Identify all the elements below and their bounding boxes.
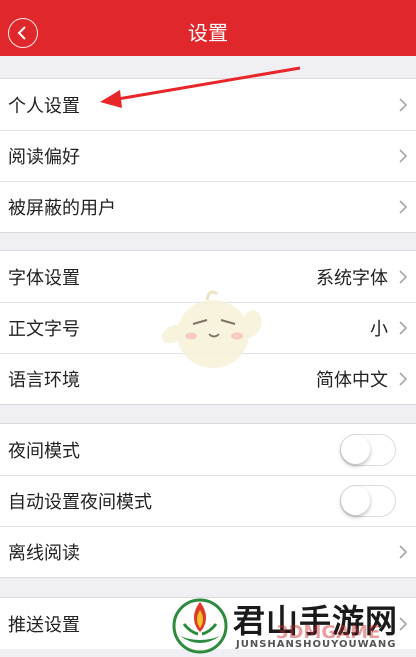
- chevron-right-icon: [399, 372, 408, 386]
- row-value: 系统字体: [316, 267, 388, 289]
- chevron-right-icon: [399, 200, 408, 214]
- chevron-right-icon: [399, 616, 408, 631]
- row-label: 离线阅读: [8, 543, 80, 564]
- row-offline-reading[interactable]: 离线阅读: [0, 526, 416, 577]
- chevron-right-icon: [399, 321, 408, 335]
- row-reading-preferences[interactable]: 阅读偏好: [0, 130, 416, 181]
- row-label: 夜间模式: [8, 440, 80, 462]
- toggle-knob: [341, 434, 370, 464]
- toggle-knob: [341, 486, 370, 515]
- page-title: 设置: [188, 21, 228, 45]
- auto-night-mode-toggle[interactable]: [340, 485, 396, 517]
- row-label: 被屏蔽的用户: [8, 198, 116, 219]
- row-auto-night-mode: 自动设置夜间模式: [0, 475, 416, 526]
- night-mode-toggle[interactable]: [340, 433, 396, 466]
- chevron-right-icon: [399, 149, 408, 163]
- row-label: 个人设置: [8, 95, 80, 117]
- site-logo-icon: [172, 598, 228, 654]
- nav-bar: 设置: [0, 10, 416, 56]
- row-label: 阅读偏好: [8, 147, 80, 168]
- row-personal-settings[interactable]: 个人设置: [0, 79, 416, 130]
- row-value: 小: [370, 319, 388, 340]
- settings-group-account: 个人设置 阅读偏好 被屏蔽的用户: [0, 78, 416, 233]
- site-watermark-subtitle: JUNSHANSHOUYOUWANG: [236, 639, 397, 650]
- row-value: 简体中文: [316, 370, 388, 391]
- chevron-right-icon: [399, 545, 408, 559]
- chevron-right-icon: [399, 97, 408, 112]
- mascot-watermark-icon: [161, 290, 262, 368]
- row-blocked-users[interactable]: 被屏蔽的用户: [0, 181, 416, 232]
- chevron-right-icon: [399, 269, 408, 284]
- row-night-mode: 夜间模式: [0, 424, 416, 475]
- status-bar: [0, 0, 416, 10]
- settings-group-night: 夜间模式 自动设置夜间模式 离线阅读: [0, 423, 416, 578]
- row-label: 自动设置夜间模式: [8, 492, 152, 513]
